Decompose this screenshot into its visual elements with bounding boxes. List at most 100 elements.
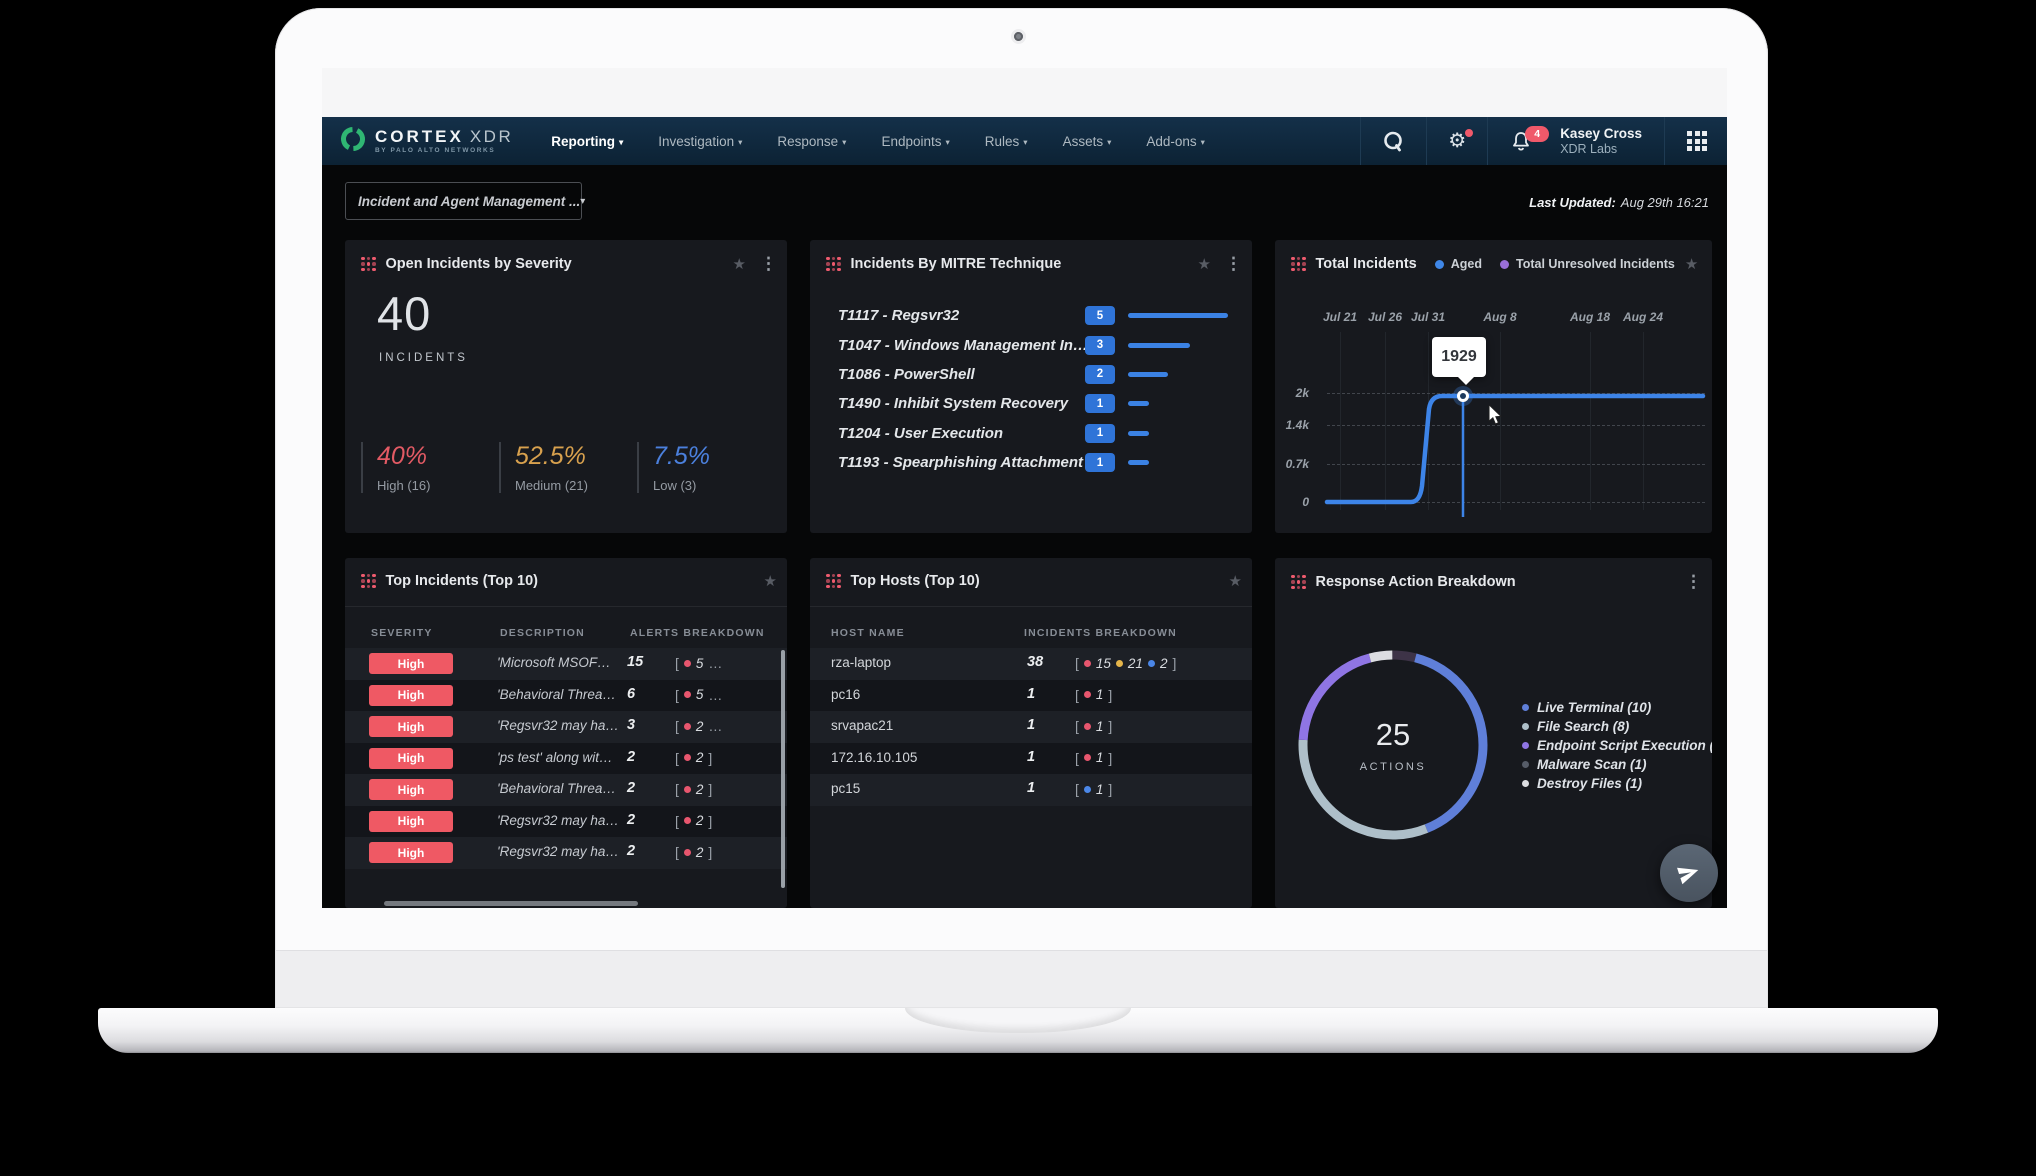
severity-dot-medium (1116, 660, 1123, 667)
card-incidents-by-mitre-technique: Incidents By MITRE Technique ★ ⋮ T1117 -… (810, 240, 1252, 533)
query-help-icon[interactable] (1361, 117, 1426, 165)
menu-item-investigation[interactable]: Investigation▾ (658, 134, 742, 149)
cortex-logo[interactable]: CORTEX XDR BY PALO ALTO NETWORKS (322, 126, 513, 157)
card-total-incidents: Total Incidents Aged Total Unresolved In… (1275, 240, 1712, 533)
kebab-menu-icon[interactable]: ⋮ (760, 254, 777, 274)
total-incidents-label: INCIDENTS (379, 352, 468, 364)
settings-gear-icon[interactable]: ⚙ (1427, 117, 1487, 165)
legend-item[interactable]: Destroy Files (1) (1522, 774, 1712, 793)
table-row[interactable]: srvapac21 1 [1] (810, 711, 1252, 743)
chevron-down-icon: ▾ (1107, 137, 1111, 147)
page-background: CORTEX XDR BY PALO ALTO NETWORKS Reporti… (0, 0, 2036, 1176)
stat-high: 40% High (16) (361, 442, 499, 493)
mitre-row[interactable]: T1117 - Regsvr32 5 (838, 301, 1238, 330)
mitre-row[interactable]: T1204 - User Execution 1 (838, 419, 1238, 448)
laptop-base-notch (905, 1008, 1131, 1033)
favorite-star-icon[interactable]: ★ (1685, 255, 1698, 273)
legend-item[interactable]: Malware Scan (1) (1522, 755, 1712, 774)
messenger-fab-button[interactable] (1660, 844, 1718, 902)
alert-dot (684, 754, 691, 761)
chart-tooltip: 1929 (1432, 337, 1486, 377)
severity-badge: High (369, 716, 453, 737)
severity-dot-low (1148, 660, 1155, 667)
dashboard-selector-dropdown[interactable]: Incident and Agent Management ... ▾ (345, 182, 582, 220)
chevron-down-icon: ▾ (842, 137, 846, 147)
mitre-row[interactable]: T1193 - Spearphishing Attachment 1 (838, 448, 1238, 477)
favorite-star-icon[interactable]: ★ (764, 572, 777, 590)
favorite-star-icon[interactable]: ★ (1198, 255, 1211, 273)
bar (1128, 401, 1149, 406)
vertical-scrollbar[interactable] (781, 650, 785, 888)
table-row[interactable]: pc15 1 [1] (810, 774, 1252, 806)
table-row[interactable]: High 'Regsvr32 may ha… 2 [2] (345, 806, 787, 838)
card-title: Top Incidents (Top 10) (386, 573, 539, 589)
widget-icon (826, 257, 841, 272)
settings-alert-dot (1465, 129, 1473, 137)
user-org: XDR Labs (1560, 142, 1642, 156)
notification-count-badge: 4 (1525, 126, 1549, 142)
severity-badge: High (369, 653, 453, 674)
table-row[interactable]: High 'Regsvr32 may ha… 3 [2… (345, 711, 787, 743)
legend-aged[interactable]: Aged (1435, 257, 1482, 271)
table-row[interactable]: High 'Regsvr32 may ha… 2 [2] (345, 837, 787, 869)
table-row[interactable]: High 'Behavioral Threa… 6 [5… (345, 680, 787, 712)
count-badge: 1 (1085, 424, 1115, 443)
kebab-menu-icon[interactable]: ⋮ (1685, 572, 1702, 592)
legend-item[interactable]: Live Terminal (10) (1522, 698, 1712, 717)
table-row[interactable]: rza-laptop 38 [ 15 21 2 ] (810, 648, 1252, 680)
severity-stats: 40% High (16) 52.5% Medium (21) 7.5% Low… (361, 442, 775, 493)
laptop-base (98, 1008, 1938, 1053)
bar (1128, 313, 1228, 318)
chevron-down-icon: ▾ (946, 137, 950, 147)
card-top-incidents: Top Incidents (Top 10) ★ SEVERITY DESCRI… (345, 558, 787, 908)
legend-dot (1522, 780, 1529, 787)
legend-dot (1435, 260, 1444, 269)
severity-badge: High (369, 811, 453, 832)
table-row[interactable]: High 'Microsoft MSOF… 15 [5… (345, 648, 787, 680)
menu-item-addons[interactable]: Add-ons▾ (1146, 134, 1205, 149)
kebab-menu-icon[interactable]: ⋮ (1225, 254, 1242, 274)
widget-icon (361, 257, 376, 272)
table-row[interactable]: 172.16.10.105 1 [1] (810, 743, 1252, 775)
severity-dot-high (1084, 723, 1091, 730)
y-tick: 0.7k (1281, 457, 1309, 471)
legend-item[interactable]: File Search (8) (1522, 717, 1712, 736)
cortex-logo-icon (340, 126, 366, 157)
y-tick: 2k (1281, 386, 1309, 400)
response-actions-legend: Live Terminal (10) File Search (8) Endpo… (1522, 698, 1712, 793)
alert-dot (684, 660, 691, 667)
mitre-row[interactable]: T1047 - Windows Management In… 3 (838, 330, 1238, 359)
menu-item-rules[interactable]: Rules▾ (985, 134, 1028, 149)
mitre-row[interactable]: T1490 - Inhibit System Recovery 1 (838, 389, 1238, 418)
screen-top-strip (322, 68, 1727, 117)
legend-total-unresolved[interactable]: Total Unresolved Incidents (1500, 257, 1675, 271)
table-row[interactable]: High 'ps test' along wit… 2 [2] (345, 743, 787, 775)
menu-item-endpoints[interactable]: Endpoints▾ (881, 134, 949, 149)
menu-item-reporting[interactable]: Reporting▾ (551, 134, 623, 149)
alert-dot (684, 786, 691, 793)
count-badge: 5 (1085, 306, 1115, 325)
horizontal-scrollbar[interactable] (384, 901, 638, 906)
menu-item-assets[interactable]: Assets▾ (1063, 134, 1112, 149)
severity-badge: High (369, 748, 453, 769)
user-profile[interactable]: Kasey Cross XDR Labs (1554, 126, 1664, 156)
card-title: Total Incidents (1316, 256, 1417, 272)
legend-item[interactable]: Endpoint Script Execution (5) (1522, 736, 1712, 755)
favorite-star-icon[interactable]: ★ (1229, 572, 1242, 590)
favorite-star-icon[interactable]: ★ (733, 255, 746, 273)
table-row[interactable]: pc16 1 [1] (810, 680, 1252, 712)
actions-total-label: ACTIONS (1360, 761, 1426, 773)
column-header-alerts-breakdown: ALERTS BREAKDOWN (630, 627, 765, 639)
notifications-bell-icon[interactable]: 4 (1488, 117, 1554, 165)
paper-plane-icon (1673, 857, 1706, 890)
table-row[interactable]: High 'Behavioral Threa… 2 [2] (345, 774, 787, 806)
mitre-row[interactable]: T1086 - PowerShell 2 (838, 360, 1238, 389)
alert-dot (684, 849, 691, 856)
total-incidents-line-chart[interactable]: Jul 21 Jul 26 Jul 31 Aug 8 Aug 18 Aug 24… (1315, 310, 1707, 528)
card-title: Top Hosts (Top 10) (851, 573, 980, 589)
menu-item-response[interactable]: Response▾ (777, 134, 846, 149)
response-actions-donut-chart[interactable]: 25 ACTIONS (1296, 648, 1490, 842)
actions-total-value: 25 (1376, 717, 1410, 753)
legend-dot (1522, 742, 1529, 749)
apps-grid-icon[interactable] (1665, 131, 1727, 151)
